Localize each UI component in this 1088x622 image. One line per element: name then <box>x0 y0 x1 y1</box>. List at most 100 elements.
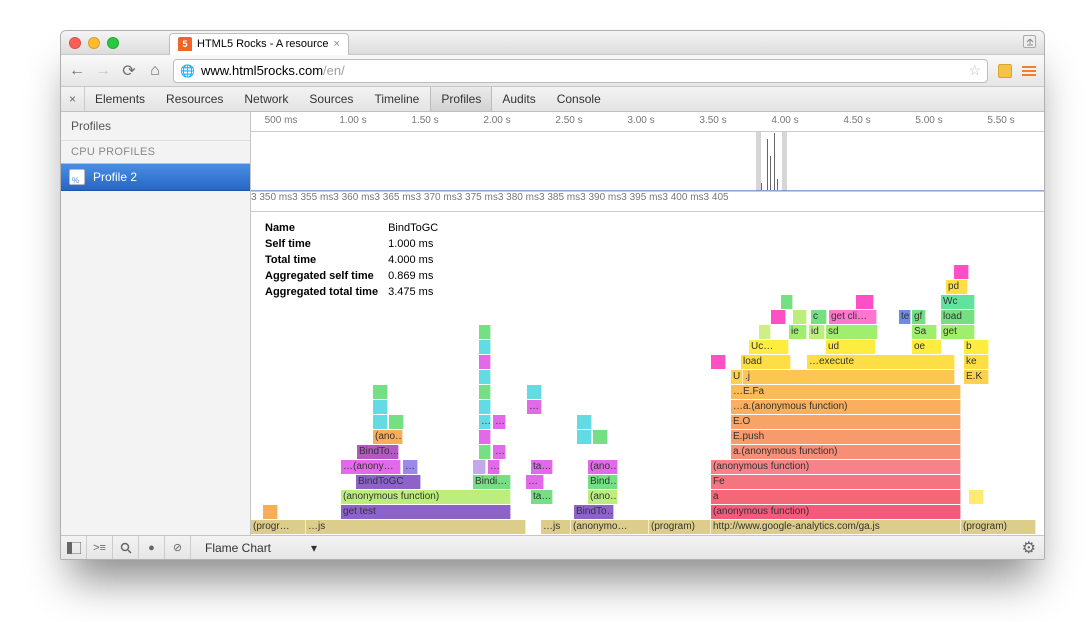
view-mode-select[interactable]: Flame Chart ▾ <box>199 539 323 557</box>
bookmark-star-icon[interactable]: ☆ <box>968 62 981 79</box>
browser-tab[interactable]: 5 HTML5 Rocks - A resource × <box>169 33 349 55</box>
flame-block[interactable]: pd <box>946 280 968 294</box>
flame-block[interactable]: Bind… <box>588 475 618 489</box>
security-lock-icon[interactable] <box>998 64 1012 78</box>
flame-block[interactable]: …a.(anonymous function) <box>731 400 961 414</box>
flame-block[interactable]: (ano… <box>588 490 618 504</box>
flame-block[interactable]: a <box>711 490 961 504</box>
flame-block[interactable] <box>373 415 388 429</box>
flame-block[interactable]: ta… <box>531 460 553 474</box>
flame-block[interactable] <box>479 340 491 354</box>
devtools-tab-console[interactable]: Console <box>547 87 612 111</box>
flame-block[interactable]: (anonymous function) <box>341 490 511 504</box>
flame-block[interactable]: … <box>526 475 544 489</box>
flame-block[interactable] <box>479 385 491 399</box>
flame-block[interactable] <box>781 295 793 309</box>
flame-block[interactable] <box>759 325 771 339</box>
flame-block[interactable] <box>593 430 608 444</box>
flame-block[interactable] <box>793 310 807 324</box>
devtools-tab-sources[interactable]: Sources <box>299 87 364 111</box>
flame-block[interactable]: E.push <box>731 430 961 444</box>
devtools-tab-elements[interactable]: Elements <box>85 87 156 111</box>
flame-block[interactable] <box>479 430 491 444</box>
flame-block[interactable]: Wc <box>941 295 975 309</box>
flame-block[interactable]: http://www.google-analytics.com/ga.js <box>711 520 961 534</box>
flame-block[interactable]: Uc… <box>749 340 789 354</box>
flame-block[interactable]: ud <box>826 340 876 354</box>
flame-block[interactable] <box>711 355 726 369</box>
clear-icon[interactable]: ⊘ <box>165 536 191 559</box>
flame-block[interactable] <box>577 430 592 444</box>
close-window-icon[interactable] <box>69 37 81 49</box>
flame-block[interactable]: id <box>809 325 825 339</box>
flame-block[interactable] <box>479 325 491 339</box>
overview-selection[interactable] <box>251 132 1044 191</box>
flame-block[interactable]: BindTo… <box>357 445 399 459</box>
minimize-window-icon[interactable] <box>88 37 100 49</box>
flame-block[interactable]: (anonymous function) <box>711 505 961 519</box>
overview-pane[interactable] <box>251 132 1044 192</box>
flame-block[interactable]: …js <box>541 520 571 534</box>
flame-block[interactable]: (program) <box>649 520 711 534</box>
search-icon[interactable] <box>113 536 139 559</box>
flame-block[interactable]: (progr… <box>251 520 306 534</box>
flame-block[interactable]: BindTo… <box>574 505 614 519</box>
flame-block[interactable]: te <box>899 310 911 324</box>
devtools-tab-profiles[interactable]: Profiles <box>430 87 492 111</box>
flame-block[interactable] <box>527 385 542 399</box>
flame-block[interactable]: get cli… <box>829 310 877 324</box>
flame-block[interactable]: oe <box>912 340 942 354</box>
flame-block[interactable]: …execute <box>807 355 955 369</box>
devtools-tab-network[interactable]: Network <box>234 87 299 111</box>
flame-block[interactable]: … <box>493 445 506 459</box>
show-console-icon[interactable]: >≡ <box>87 536 113 559</box>
flame-block[interactable] <box>954 265 969 279</box>
devtools-close-icon[interactable]: × <box>61 87 85 111</box>
flame-block[interactable]: E.O <box>731 415 961 429</box>
flame-block[interactable]: b <box>964 340 989 354</box>
home-icon[interactable]: ⌂ <box>147 62 163 80</box>
flame-block[interactable]: (program) <box>961 520 1036 534</box>
back-icon[interactable]: ← <box>69 62 85 80</box>
flame-chart[interactable]: NameBindToGCSelf time1.000 msTotal time4… <box>251 212 1044 535</box>
flame-block[interactable]: …E.Fa <box>731 385 961 399</box>
flame-block[interactable]: c <box>811 310 827 324</box>
flame-block[interactable]: … <box>488 460 500 474</box>
flame-block[interactable]: Sa <box>912 325 937 339</box>
sidebar-item-profile[interactable]: Profile 2 <box>61 163 250 191</box>
flame-block[interactable]: ke <box>964 355 989 369</box>
flame-block[interactable]: ie <box>789 325 807 339</box>
flame-block[interactable]: … <box>527 400 542 414</box>
flame-block[interactable]: sd <box>826 325 878 339</box>
overview-ruler[interactable]: 500 ms1.00 s1.50 s2.00 s2.50 s3.00 s3.50… <box>251 112 1044 132</box>
flame-block[interactable]: Fe <box>711 475 961 489</box>
flame-block[interactable]: …(anony… <box>341 460 401 474</box>
flame-block[interactable]: … <box>479 415 491 429</box>
flame-block[interactable] <box>479 445 491 459</box>
flame-block[interactable] <box>479 355 491 369</box>
maximize-icon[interactable] <box>1023 35 1036 48</box>
flame-block[interactable] <box>373 385 388 399</box>
flame-block[interactable]: a.(anonymous function) <box>731 445 961 459</box>
flame-block[interactable]: load <box>741 355 791 369</box>
flame-block[interactable]: (anonymo… <box>571 520 649 534</box>
flame-block[interactable]: gf <box>912 310 926 324</box>
flame-block[interactable]: U <box>731 370 743 384</box>
flame-block[interactable]: (ano… <box>373 430 403 444</box>
flame-block[interactable] <box>479 370 491 384</box>
flame-block[interactable]: ta… <box>531 490 553 504</box>
flame-block[interactable]: … <box>493 415 506 429</box>
flame-block[interactable]: .j <box>743 370 955 384</box>
flame-block[interactable] <box>856 295 874 309</box>
flame-block[interactable]: (anonymous function) <box>711 460 961 474</box>
flame-block[interactable] <box>373 400 388 414</box>
flame-block[interactable] <box>969 490 984 504</box>
flame-block[interactable]: Bindi… <box>473 475 511 489</box>
reload-icon[interactable]: ⟳ <box>121 61 137 81</box>
record-icon[interactable]: ● <box>139 536 165 559</box>
selection-handle-right[interactable] <box>782 132 787 191</box>
flame-block[interactable]: load <box>941 310 975 324</box>
menu-hamburger-icon[interactable] <box>1022 66 1036 76</box>
flame-block[interactable]: … <box>403 460 418 474</box>
flame-block[interactable] <box>263 505 278 519</box>
